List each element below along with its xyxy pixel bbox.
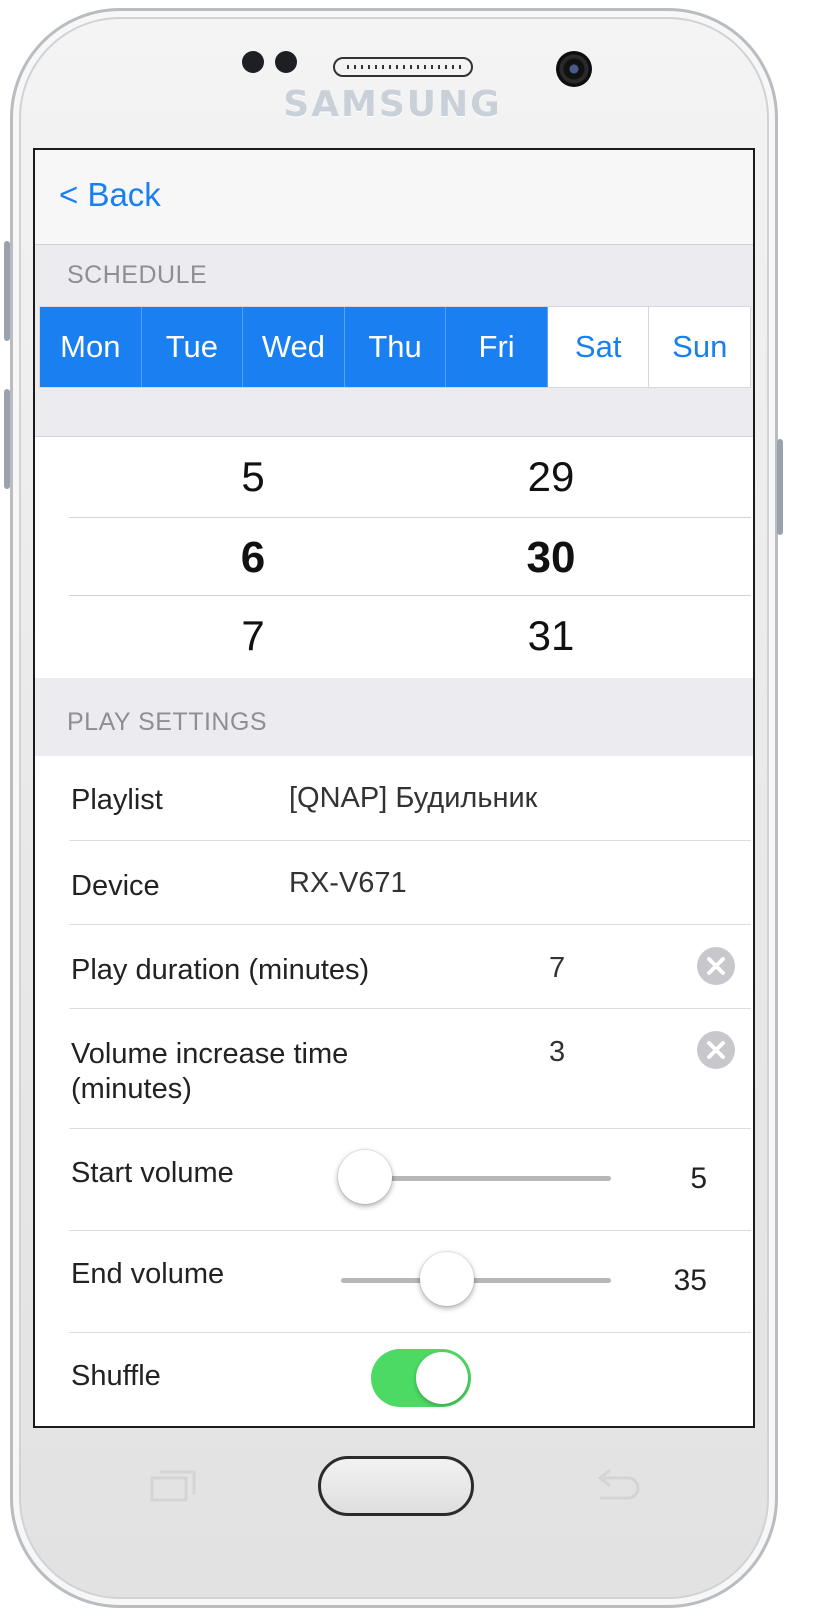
device-value[interactable]: RX-V671	[289, 867, 407, 900]
slider-thumb[interactable]	[420, 1252, 474, 1306]
volume-increase-label-unit: (minutes)	[71, 1073, 192, 1105]
minute-option[interactable]: 31	[451, 596, 651, 676]
picker-row: 5 29	[69, 437, 751, 517]
hour-option[interactable]: 7	[153, 596, 353, 676]
volume-increase-label: Volume increase time	[71, 1038, 349, 1070]
shuffle-label: Shuffle	[71, 1360, 161, 1392]
play-settings-section-header: PLAY SETTINGS	[35, 678, 753, 756]
day-button-tue[interactable]: Tue	[141, 307, 244, 387]
volume-up-button	[4, 241, 10, 341]
playlist-row[interactable]: Playlist [QNAP] Будильник	[69, 756, 751, 841]
minute-selected[interactable]: 30	[451, 518, 651, 598]
day-button-mon[interactable]: Mon	[40, 307, 142, 387]
day-button-wed[interactable]: Wed	[243, 307, 345, 387]
hour-selected[interactable]: 6	[153, 518, 353, 598]
start-volume-slider[interactable]	[338, 1148, 611, 1208]
sensor-icon	[242, 51, 264, 73]
playlist-label: Playlist	[71, 784, 163, 816]
volume-down-button	[4, 389, 10, 489]
picker-row-selected: 6 30	[69, 517, 751, 598]
shuffle-toggle[interactable]	[371, 1349, 471, 1407]
playlist-value[interactable]: [QNAP] Будильник	[289, 782, 537, 815]
volume-increase-input[interactable]: 3	[549, 1036, 565, 1069]
day-button-thu[interactable]: Thu	[344, 307, 447, 387]
start-volume-row: Start volume 5	[69, 1129, 751, 1231]
slider-track	[341, 1278, 611, 1283]
day-button-sun[interactable]: Sun	[649, 307, 751, 387]
home-button[interactable]	[318, 1456, 474, 1516]
navigation-bar: < Back	[35, 150, 753, 245]
toggle-knob	[416, 1352, 468, 1404]
volume-increase-row: Volume increase time (minutes) 3	[69, 1009, 751, 1129]
picker-row: 7 31	[69, 595, 751, 676]
time-picker[interactable]: 5 29 6 30 7 31	[35, 436, 753, 679]
clear-circle-icon[interactable]	[697, 947, 735, 985]
start-volume-label: Start volume	[71, 1157, 234, 1189]
front-camera-icon	[556, 51, 592, 87]
power-button	[777, 439, 783, 535]
clear-circle-icon[interactable]	[697, 1031, 735, 1069]
day-button-sat[interactable]: Sat	[547, 307, 650, 387]
schedule-section-title: SCHEDULE	[67, 261, 208, 289]
shuffle-row: Shuffle	[69, 1333, 751, 1426]
brand-logo: SAMSUNG	[283, 84, 502, 125]
day-button-fri[interactable]: Fri	[446, 307, 548, 387]
end-volume-slider[interactable]	[341, 1250, 611, 1310]
device-label: Device	[71, 870, 160, 902]
play-duration-label: Play duration (minutes)	[71, 954, 370, 986]
play-duration-input[interactable]: 7	[549, 952, 565, 985]
minute-option[interactable]: 29	[451, 437, 651, 517]
app-screen: < Back SCHEDULE Mon Tue Wed Thu Fri Sat …	[33, 148, 755, 1428]
device-row[interactable]: Device RX-V671	[69, 841, 751, 925]
play-duration-row: Play duration (minutes) 7	[69, 925, 751, 1009]
end-volume-value: 35	[673, 1264, 707, 1297]
sensor-icon	[275, 51, 297, 73]
play-settings-section-title: PLAY SETTINGS	[67, 708, 268, 736]
start-volume-value: 5	[690, 1162, 707, 1195]
end-volume-label: End volume	[71, 1258, 225, 1290]
end-volume-row: End volume 35	[69, 1231, 751, 1333]
earpiece-speaker	[333, 57, 473, 77]
day-selector: Mon Tue Wed Thu Fri Sat Sun	[39, 306, 751, 388]
hour-option[interactable]: 5	[153, 437, 353, 517]
slider-thumb[interactable]	[338, 1150, 392, 1204]
back-arrow-icon[interactable]	[592, 1468, 640, 1509]
recent-apps-icon[interactable]	[150, 1468, 196, 1507]
back-button[interactable]: < Back	[59, 176, 161, 214]
